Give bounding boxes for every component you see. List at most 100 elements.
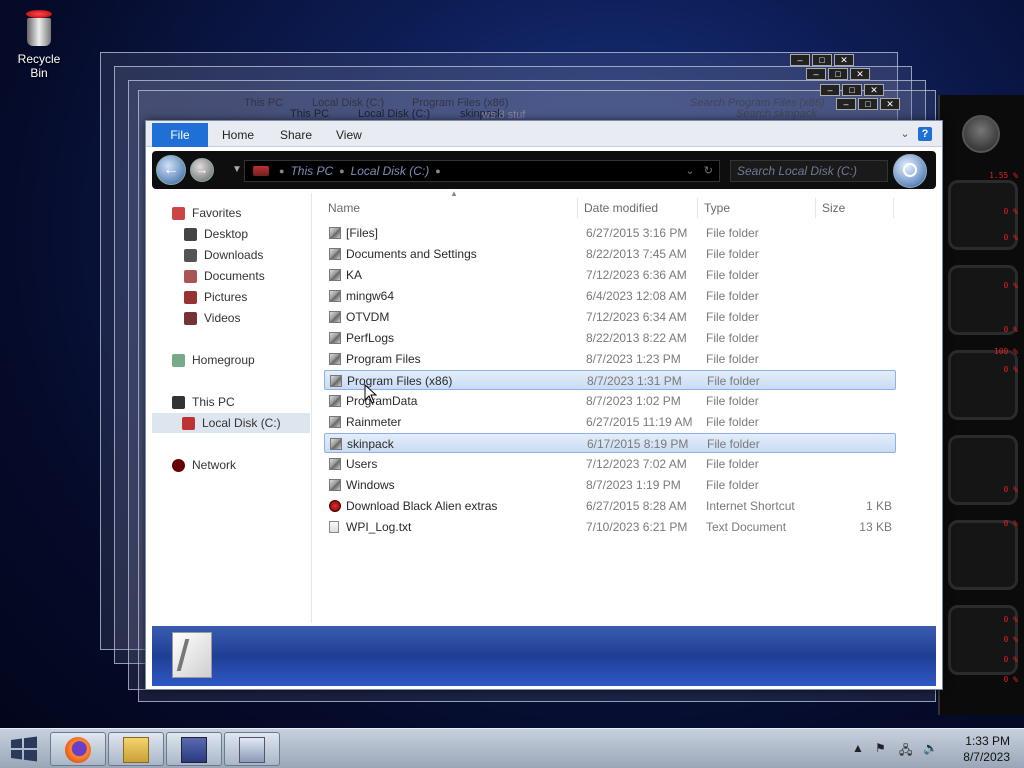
- taskbar-app-firefox[interactable]: [50, 732, 106, 766]
- refresh-icon[interactable]: ⌄ ↻: [685, 164, 713, 177]
- taskbar-app-window[interactable]: [166, 732, 222, 766]
- breadcrumb-this-pc[interactable]: This PC: [290, 164, 333, 178]
- clock-time: 1:33 PM: [965, 734, 1010, 748]
- file-type-cell: File folder: [707, 437, 760, 451]
- taskbar-app-monitor[interactable]: [224, 732, 280, 766]
- file-name-cell: Program Files: [346, 352, 421, 366]
- crumb-separator-icon[interactable]: ●: [339, 166, 344, 176]
- recycle-bin-desktop-icon[interactable]: Recycle Bin: [8, 8, 70, 80]
- expand-ribbon-icon[interactable]: ⌄: [898, 127, 912, 141]
- windows-logo-icon: [11, 736, 37, 762]
- alien-gadget-panel: 1.55 % 0 % 0 % 0 % 0 % 100 % 0 % 0 % 0 %…: [938, 95, 1024, 715]
- sidebar-item-local-disk[interactable]: Local Disk (C:): [152, 413, 310, 433]
- crumb-separator-icon[interactable]: ●: [279, 166, 284, 176]
- file-row[interactable]: OTVDM 7/12/2023 6:34 AM File folder: [324, 307, 896, 327]
- folder-shortcut-icon: [329, 248, 341, 260]
- crumb-separator-icon[interactable]: ●: [435, 166, 440, 176]
- file-date-cell: 7/12/2023 6:34 AM: [586, 310, 687, 324]
- alien-readout: 0 %: [1003, 635, 1018, 644]
- file-date-cell: 6/27/2015 8:28 AM: [586, 499, 687, 513]
- sidebar-item-homegroup[interactable]: Homegroup: [172, 350, 255, 370]
- back-button[interactable]: ←: [156, 155, 186, 185]
- firefox-icon: [65, 737, 91, 763]
- file-date-cell: 8/7/2023 1:23 PM: [586, 352, 681, 366]
- alien-head-icon: [962, 115, 1000, 153]
- sidebar-item-network[interactable]: Network: [172, 455, 236, 475]
- ghost-window-controls-1[interactable]: – □ ✕: [790, 54, 854, 68]
- ghost-crumb-1: This PC: [244, 97, 284, 109]
- search-icon[interactable]: [893, 154, 927, 188]
- address-bar[interactable]: ● This PC ● Local Disk (C:) ● ⌄ ↻: [244, 160, 720, 182]
- file-row[interactable]: Windows 8/7/2023 1:19 PM File folder: [324, 475, 896, 495]
- tab-view[interactable]: View: [330, 125, 368, 145]
- details-pane: [152, 626, 936, 686]
- column-header-size[interactable]: Size: [816, 198, 894, 218]
- file-row[interactable]: [Files] 6/27/2015 3:16 PM File folder: [324, 223, 896, 243]
- file-row[interactable]: ProgramData 8/7/2023 1:02 PM File folder: [324, 391, 896, 411]
- explorer-window[interactable]: File Home Share View ⌄ ? ← → ▼ ● This PC…: [145, 120, 943, 690]
- file-date-cell: 7/10/2023 6:21 PM: [586, 520, 688, 534]
- sidebar-item-this-pc[interactable]: This PC: [172, 392, 235, 412]
- show-hidden-icons-chevron-icon[interactable]: ▲: [852, 741, 864, 755]
- folder-preview-icon: [172, 632, 212, 678]
- tab-share[interactable]: Share: [274, 125, 318, 145]
- breadcrumb-local-disk[interactable]: Local Disk (C:): [351, 164, 430, 178]
- volume-icon[interactable]: 🔊: [923, 741, 938, 755]
- drive-icon: [253, 166, 269, 176]
- forward-button[interactable]: →: [190, 158, 214, 182]
- recycle-bin-label: Recycle Bin: [17, 52, 61, 80]
- file-row[interactable]: mingw64 6/4/2023 12:08 AM File folder: [324, 286, 896, 306]
- recycle-bin-icon: [24, 10, 54, 48]
- ghost-window-controls-3[interactable]: – □ ✕: [820, 84, 884, 98]
- tab-home[interactable]: Home: [216, 125, 260, 145]
- alien-segment: [948, 435, 1018, 505]
- folder-icon: [329, 395, 341, 407]
- monitor-icon: [239, 737, 265, 763]
- action-center-flag-icon[interactable]: ⚑: [875, 741, 886, 755]
- file-row[interactable]: Program Files (x86) 8/7/2023 1:31 PM File …: [324, 370, 896, 390]
- sidebar-item-desktop[interactable]: Desktop: [184, 224, 248, 244]
- file-type-cell: File folder: [706, 247, 759, 261]
- file-row[interactable]: KA 7/12/2023 6:36 AM File folder: [324, 265, 896, 285]
- help-icon[interactable]: ?: [918, 127, 932, 141]
- network-tray-icon[interactable]: 🖧: [899, 741, 912, 762]
- column-header-type[interactable]: Type: [698, 198, 816, 218]
- ghost-crumb-5: Local Disk (C:): [358, 108, 431, 120]
- system-clock[interactable]: 1:33 PM 8/7/2023: [940, 733, 1010, 765]
- recent-locations-chevron-icon[interactable]: ▼: [232, 164, 242, 175]
- file-row[interactable]: Documents and Settings 8/22/2013 7:45 AM F…: [324, 244, 896, 264]
- file-row[interactable]: Users 7/12/2023 7:02 AM File folder: [324, 454, 896, 474]
- sidebar-item-videos[interactable]: Videos: [184, 308, 240, 328]
- folder-icon: [329, 332, 341, 344]
- search-input[interactable]: Search Local Disk (C:): [730, 160, 888, 182]
- folder-icon: [329, 353, 341, 365]
- file-date-cell: 6/4/2023 12:08 AM: [586, 289, 687, 303]
- file-name-cell: OTVDM: [346, 310, 390, 324]
- file-type-cell: File folder: [707, 374, 760, 388]
- file-row[interactable]: Rainmeter 6/27/2015 11:19 AM File folder: [324, 412, 896, 432]
- file-row[interactable]: WPI_Log.txt 7/10/2023 6:21 PM Text Documen…: [324, 517, 896, 537]
- taskbar-app-file-explorer[interactable]: [108, 732, 164, 766]
- file-type-cell: File folder: [706, 226, 759, 240]
- column-header-date[interactable]: Date modified: [578, 198, 698, 218]
- file-date-cell: 7/12/2023 7:02 AM: [586, 457, 687, 471]
- ghost-window-controls-2[interactable]: – □ ✕: [806, 68, 870, 82]
- sidebar-item-downloads[interactable]: Downloads: [184, 245, 263, 265]
- file-type-cell: Text Document: [706, 520, 787, 534]
- sidebar-item-favorites[interactable]: Favorites: [172, 203, 241, 223]
- file-name-cell: Documents and Settings: [346, 247, 477, 261]
- sidebar-item-documents[interactable]: Documents: [184, 266, 265, 286]
- ghost-search-2[interactable]: Search skinpack: [736, 108, 817, 120]
- file-type-cell: File folder: [706, 457, 759, 471]
- file-type-cell: Internet Shortcut: [706, 499, 795, 513]
- file-row[interactable]: Download Black Alien extras 6/27/2015 8:2…: [324, 496, 896, 516]
- file-size-cell: 13 KB: [859, 520, 892, 534]
- start-button[interactable]: [8, 735, 40, 763]
- column-header-name[interactable]: Name: [322, 198, 578, 218]
- file-row[interactable]: Program Files 8/7/2023 1:23 PM File folder: [324, 349, 896, 369]
- file-row[interactable]: skinpack 6/17/2015 8:19 PM File folder: [324, 433, 896, 453]
- sidebar-item-pictures[interactable]: Pictures: [184, 287, 247, 307]
- file-row[interactable]: PerfLogs 8/22/2013 8:22 AM File folder: [324, 328, 896, 348]
- ghost-window-controls-4[interactable]: – □ ✕: [836, 98, 900, 112]
- tab-file[interactable]: File: [152, 123, 208, 147]
